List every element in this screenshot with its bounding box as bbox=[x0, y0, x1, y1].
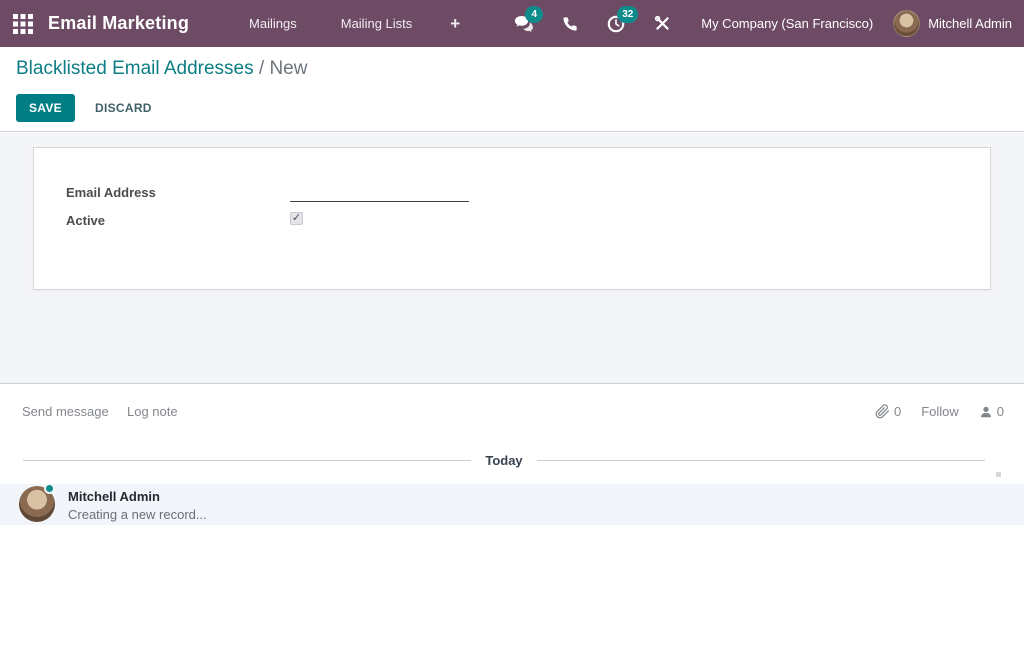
email-address-label: Email Address bbox=[66, 185, 156, 200]
chatter-toolbar: Send message Log note 0 Follow 0 bbox=[0, 404, 1024, 422]
activities-tray-button[interactable]: 32 bbox=[593, 0, 639, 47]
breadcrumb-parent-link[interactable]: Blacklisted Email Addresses bbox=[16, 58, 254, 79]
systray: 4 32 My Company (San Francisco) Mitchell… bbox=[501, 0, 1024, 47]
activities-count-badge: 32 bbox=[617, 6, 639, 23]
user-menu[interactable]: Mitchell Admin bbox=[893, 10, 1014, 37]
messages-count-badge: 4 bbox=[525, 6, 544, 23]
online-status-dot bbox=[44, 483, 55, 494]
grid-icon bbox=[13, 13, 33, 34]
paperclip-icon bbox=[875, 404, 889, 419]
message-body: Creating a new record... bbox=[68, 507, 207, 522]
follow-button[interactable]: Follow bbox=[921, 404, 959, 419]
top-navbar: Email Marketing Mailings Mailing Lists +… bbox=[0, 0, 1024, 47]
messages-tray-button[interactable]: 4 bbox=[501, 0, 547, 47]
phone-icon bbox=[563, 16, 577, 31]
menu-mailing-lists[interactable]: Mailing Lists bbox=[323, 8, 431, 39]
breadcrumb-separator: / bbox=[258, 58, 265, 79]
breadcrumb-current: New bbox=[269, 58, 308, 79]
send-message-button[interactable]: Send message bbox=[22, 404, 109, 419]
breadcrumb: Blacklisted Email Addresses / New bbox=[16, 58, 307, 80]
save-button[interactable]: SAVE bbox=[16, 94, 75, 122]
chatter-right-controls: 0 Follow 0 bbox=[875, 404, 1004, 419]
control-panel: Blacklisted Email Addresses / New SAVE D… bbox=[0, 47, 1024, 132]
chatter: Send message Log note 0 Follow 0 Today M… bbox=[0, 383, 1024, 656]
message-author-name: Mitchell Admin bbox=[68, 489, 160, 504]
follower-person-icon bbox=[980, 406, 991, 417]
scrollbar-dot bbox=[996, 472, 1001, 477]
attachments-button[interactable]: 0 bbox=[875, 404, 901, 419]
user-name: Mitchell Admin bbox=[928, 16, 1012, 31]
log-note-button[interactable]: Log note bbox=[127, 404, 178, 419]
email-address-input[interactable] bbox=[290, 176, 469, 202]
tools-tray-button[interactable] bbox=[639, 0, 685, 47]
top-menu: Mailings Mailing Lists + bbox=[231, 8, 472, 40]
action-buttons: SAVE DISCARD bbox=[16, 94, 156, 122]
followers-count: 0 bbox=[996, 404, 1004, 419]
add-menu-button[interactable]: + bbox=[438, 8, 472, 40]
message-author-avatar bbox=[19, 483, 55, 522]
tools-icon bbox=[654, 15, 669, 30]
apps-grid-icon[interactable] bbox=[6, 0, 40, 47]
divider-line-left bbox=[23, 460, 472, 461]
message-row[interactable]: Mitchell Admin Creating a new record... bbox=[0, 483, 1024, 525]
active-label: Active bbox=[66, 213, 106, 228]
form-view-background: Email Address Active ✓ bbox=[0, 133, 1024, 383]
followers-button[interactable]: 0 bbox=[979, 404, 1004, 419]
company-switcher[interactable]: My Company (San Francisco) bbox=[685, 16, 893, 31]
form-sheet: Email Address Active ✓ bbox=[33, 147, 991, 290]
discard-button[interactable]: DISCARD bbox=[91, 94, 156, 122]
user-avatar bbox=[893, 10, 921, 37]
attachments-count: 0 bbox=[893, 404, 902, 419]
app-title[interactable]: Email Marketing bbox=[48, 13, 189, 34]
menu-mailings[interactable]: Mailings bbox=[231, 8, 315, 39]
phone-tray-button[interactable] bbox=[547, 0, 593, 47]
date-divider-label: Today bbox=[485, 453, 523, 468]
divider-line-right bbox=[536, 460, 986, 461]
active-checkbox[interactable]: ✓ bbox=[290, 212, 303, 225]
date-divider: Today bbox=[23, 453, 986, 468]
